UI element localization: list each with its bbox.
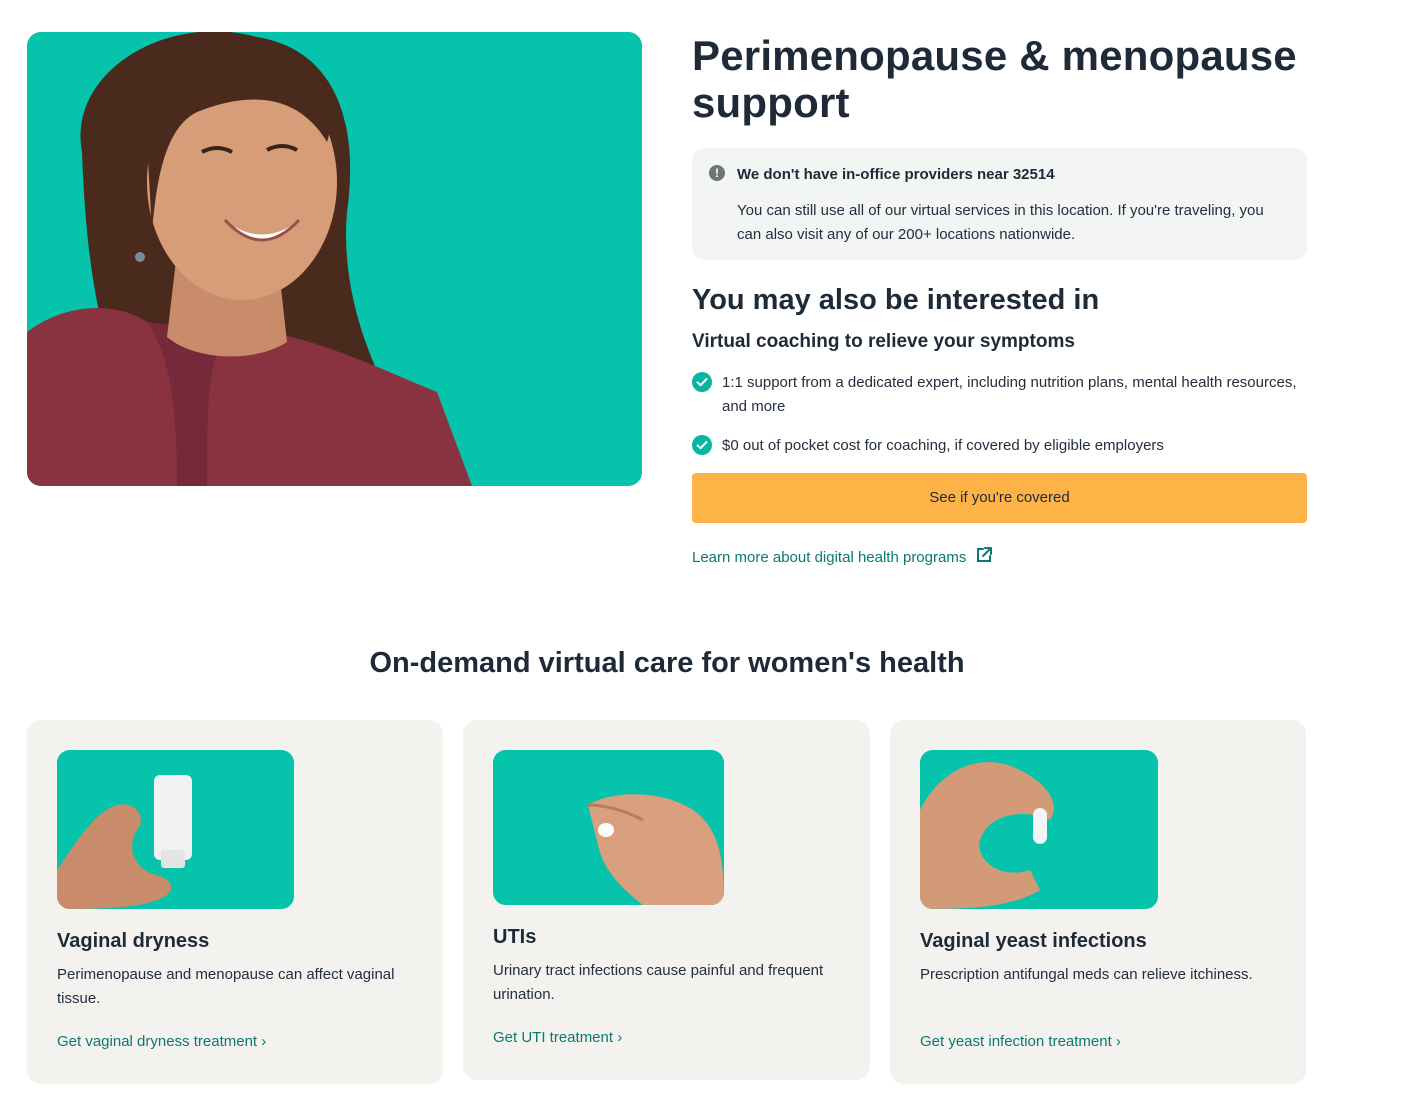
card-description: Prescription antifungal meds can relieve… [920, 966, 1253, 983]
external-link-icon [974, 545, 994, 569]
care-card-utis[interactable]: UTIs Urinary tract infections cause pain… [463, 720, 870, 1080]
check-icon [692, 435, 712, 455]
benefit-item: $0 out of pocket cost for coaching, if c… [692, 434, 1307, 458]
benefits-list: 1:1 support from a dedicated expert, inc… [692, 371, 1307, 458]
hero-photo [27, 32, 642, 486]
card-description: Perimenopause and menopause can affect v… [57, 966, 395, 1007]
vaginal-dryness-link[interactable]: Get vaginal dryness treatment › [57, 1033, 266, 1050]
capsule-hand-image [920, 750, 1158, 909]
benefit-text: 1:1 support from a dedicated expert, inc… [722, 374, 1297, 415]
lotion-tube-image [57, 750, 294, 909]
benefit-item: 1:1 support from a dedicated expert, inc… [692, 371, 1307, 419]
page-title: Perimenopause & menopause support [692, 32, 1297, 126]
card-title: UTIs [493, 926, 537, 948]
uti-treatment-link[interactable]: Get UTI treatment › [493, 1029, 622, 1046]
alert-title: We don't have in-office providers near 3… [737, 166, 1055, 183]
alert-body: You can still use all of our virtual ser… [737, 202, 1264, 243]
card-title: Vaginal dryness [57, 930, 210, 952]
care-card-yeast-infections[interactable]: Vaginal yeast infections Prescription an… [890, 720, 1306, 1084]
check-icon [692, 372, 712, 392]
learn-more-link[interactable]: Learn more about digital health programs [692, 545, 994, 569]
location-alert: ! We don't have in-office providers near… [692, 148, 1307, 260]
see-if-covered-button[interactable]: See if you're covered [692, 473, 1307, 523]
right-column: Perimenopause & menopause support ! We d… [692, 32, 1307, 569]
interest-subheading: Virtual coaching to relieve your symptom… [692, 331, 1075, 352]
interest-heading: You may also be interested in [692, 284, 1100, 316]
benefit-text: $0 out of pocket cost for coaching, if c… [722, 437, 1164, 454]
exclamation-icon: ! [709, 165, 725, 181]
card-title: Vaginal yeast infections [920, 930, 1147, 952]
care-card-vaginal-dryness[interactable]: Vaginal dryness Perimenopause and menopa… [27, 720, 443, 1084]
yeast-infection-link[interactable]: Get yeast infection treatment › [920, 1033, 1121, 1050]
womens-health-title: On-demand virtual care for women's healt… [369, 647, 965, 679]
card-description: Urinary tract infections cause painful a… [493, 962, 824, 1003]
learn-more-label: Learn more about digital health programs [692, 548, 967, 566]
pill-hand-image [493, 750, 724, 905]
